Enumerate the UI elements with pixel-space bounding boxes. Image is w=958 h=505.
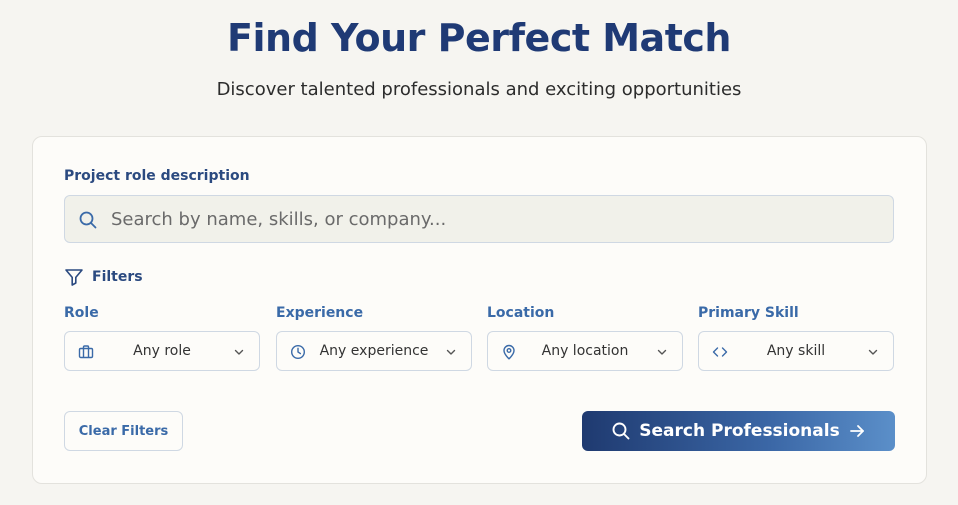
- search-box[interactable]: [64, 195, 894, 243]
- chevron-down-icon: [867, 346, 879, 358]
- filter-role: Role Any role: [64, 305, 260, 371]
- map-pin-icon: [501, 344, 517, 360]
- chevron-down-icon: [233, 346, 245, 358]
- skill-select[interactable]: Any skill: [698, 331, 894, 371]
- filter-primary-skill-label: Primary Skill: [698, 305, 799, 321]
- page-subtitle: Discover talented professionals and exci…: [216, 79, 742, 100]
- search-professionals-button[interactable]: Search Professionals: [582, 411, 895, 451]
- briefcase-icon: [78, 344, 94, 360]
- clock-icon: [290, 344, 306, 360]
- search-card: Project role description Filters Role: [32, 136, 927, 484]
- filter-primary-skill: Primary Skill Any skill: [698, 305, 894, 371]
- chevron-down-icon: [656, 346, 668, 358]
- skill-select-value: Any skill: [766, 343, 826, 359]
- chevron-down-icon: [445, 346, 457, 358]
- filter-icon: [64, 267, 84, 287]
- search-field-label: Project role description: [64, 168, 250, 184]
- search-input[interactable]: [111, 196, 881, 242]
- experience-select[interactable]: Any experience: [276, 331, 472, 371]
- filters-heading: Filters: [64, 267, 143, 287]
- role-select-value: Any role: [133, 343, 191, 359]
- arrow-right-icon: [848, 422, 866, 440]
- filter-experience-label: Experience: [276, 305, 364, 321]
- location-select[interactable]: Any location: [487, 331, 683, 371]
- search-button-label: Search Professionals: [639, 421, 840, 441]
- filters-heading-label: Filters: [92, 269, 143, 285]
- filter-experience: Experience Any experience: [276, 305, 472, 371]
- search-icon: [611, 421, 631, 441]
- role-select[interactable]: Any role: [64, 331, 260, 371]
- experience-select-value: Any experience: [319, 343, 429, 359]
- clear-filters-button[interactable]: Clear Filters: [64, 411, 183, 451]
- code-icon: [712, 344, 728, 360]
- search-icon: [78, 210, 98, 230]
- filter-location: Location Any location: [487, 305, 683, 371]
- page-title: Find Your Perfect Match: [227, 16, 731, 60]
- filter-role-label: Role: [64, 305, 99, 321]
- filter-location-label: Location: [487, 305, 555, 321]
- location-select-value: Any location: [541, 343, 629, 359]
